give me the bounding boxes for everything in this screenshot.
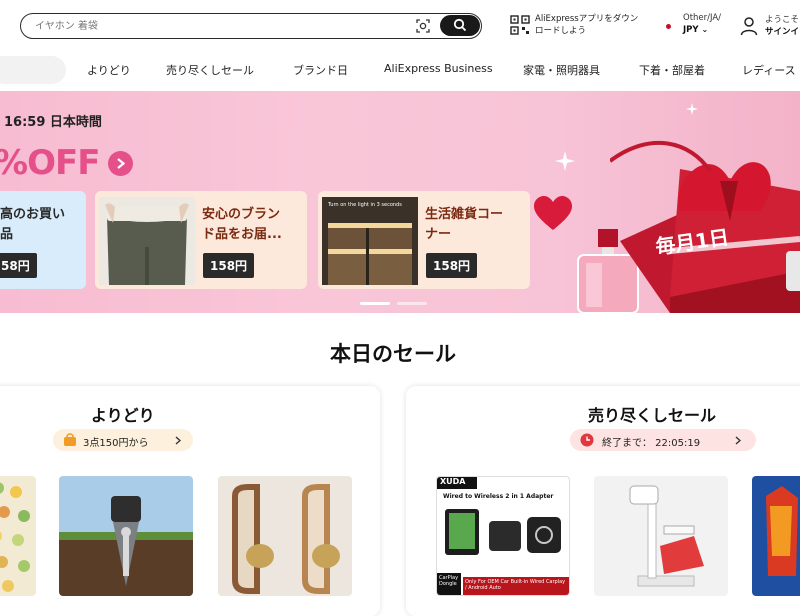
image-search-icon[interactable] — [415, 18, 431, 34]
product-image-gloves — [752, 476, 800, 596]
nav-item-brand-day[interactable]: ブランド日 — [293, 62, 348, 78]
panel-title: 売り尽くしセール — [588, 406, 717, 425]
shopping-bag-icon — [64, 433, 76, 446]
banner-time: 16:59 日本時間 — [4, 115, 102, 130]
category-nav: よりどり 売り尽くしセール ブランド日 AliExpress Business … — [0, 52, 800, 88]
welcome-text: ようこそ — [765, 15, 800, 25]
section-title: 本日のセール — [330, 342, 456, 366]
banner-card[interactable]: 高のお買い 品 58円 — [0, 191, 86, 289]
user-icon[interactable] — [740, 16, 758, 36]
app-promo-line1: AliExpressアプリをダウン — [535, 14, 639, 24]
product-image-bell — [218, 476, 352, 596]
nav-item-business[interactable]: AliExpress Business — [384, 62, 493, 75]
banner-card[interactable]: Turn on the light in 3 seconds 生活雑貨コー ナー… — [318, 191, 530, 289]
product-image-stickers — [0, 476, 36, 596]
carplay-logo: CarPlay Dongle — [437, 573, 461, 595]
sparkle-icon — [686, 103, 698, 115]
photo-caption: Turn on the light in 3 seconds — [328, 202, 402, 208]
header: AliExpressアプリをダウン ロードしよう Other/JA/ JPY ⌄… — [0, 0, 800, 52]
product-image-underwear — [99, 197, 195, 285]
region-language[interactable]: Other/JA/ — [683, 13, 721, 23]
search-bar[interactable] — [20, 13, 482, 39]
all-categories-button[interactable] — [0, 56, 66, 84]
chevron-right-icon — [175, 436, 181, 445]
panel-title: よりどり — [91, 406, 155, 425]
nav-item-ladies[interactable]: レディース — [742, 62, 796, 78]
carousel-dot[interactable] — [397, 302, 427, 305]
banner-headline: %OFF — [0, 143, 100, 183]
product-subtext: Only For OEM Car Built-in Wired Carplay … — [463, 577, 569, 595]
badge-text: 3点150円から — [83, 438, 149, 449]
product-card-adapter[interactable]: XUDA Wired to Wireless 2 in 1 Adapter Ca… — [436, 476, 570, 596]
currency-selector[interactable]: JPY ⌄ — [683, 25, 708, 35]
app-promo-line2: ロードしよう — [535, 26, 587, 36]
search-input[interactable] — [35, 18, 415, 34]
nav-item-yoridori[interactable]: よりどり — [87, 62, 131, 78]
card-title-line1: 安心のブラン — [202, 207, 281, 222]
card-price: 158円 — [203, 253, 255, 278]
search-icon — [453, 18, 467, 32]
heart-icon — [534, 196, 572, 230]
carousel-dot-active[interactable] — [360, 302, 390, 305]
banner-arrow-button[interactable] — [108, 151, 133, 176]
deal-panel-clearance[interactable]: 売り尽くしセール 終了まで： 22:05:19 XUDA Wired to Wi… — [406, 386, 800, 616]
chevron-right-icon — [117, 158, 126, 169]
nav-item-underwear[interactable]: 下着・部屋着 — [639, 62, 705, 78]
product-image-lights — [322, 197, 418, 285]
product-headline: Wired to Wireless 2 in 1 Adapter — [443, 493, 554, 500]
sparkle-icon — [555, 151, 575, 171]
product-image-3d-printer — [594, 476, 728, 596]
card-title-line1: 高のお買い — [0, 207, 66, 222]
signin-link[interactable]: サインイ — [765, 25, 799, 37]
product-image-adapter — [445, 509, 561, 555]
nav-item-appliances[interactable]: 家電・照明器具 — [523, 62, 600, 78]
app-download-link[interactable]: AliExpressアプリをダウン ロードしよう — [535, 13, 650, 37]
clock-icon — [580, 433, 594, 447]
search-button[interactable] — [440, 15, 480, 36]
deal-panel-yoridori[interactable]: よりどり 3点150円から — [0, 386, 380, 616]
chevron-down-icon: ⌄ — [701, 25, 709, 34]
panel-badge[interactable]: 3点150円から — [53, 429, 193, 451]
card-title-line2: ド品をお届... — [202, 227, 282, 242]
nav-item-clearance[interactable]: 売り尽くしセール — [166, 62, 254, 78]
panel-badge[interactable]: 終了まで： 22:05:19 — [570, 429, 756, 451]
card-title-line2: 品 — [0, 227, 14, 242]
card-title-line2: ナー — [425, 227, 452, 242]
chevron-right-icon — [735, 436, 741, 445]
card-price: 158円 — [426, 253, 478, 278]
gift-box-image — [610, 140, 800, 313]
countdown-text: 終了まで： 22:05:19 — [602, 438, 701, 449]
qr-code-icon[interactable] — [510, 15, 530, 35]
product-image-key-safe — [59, 476, 193, 596]
currency-label: JPY — [683, 25, 699, 35]
promo-banner[interactable]: 16:59 日本時間 %OFF 高のお買い 品 58円 安心のブラン ド品をお届… — [0, 91, 800, 313]
banner-card[interactable]: 安心のブラン ド品をお届... 158円 — [95, 191, 307, 289]
flag-icon — [666, 24, 671, 29]
card-price: 58円 — [0, 253, 37, 278]
brand-logo: XUDA — [437, 477, 477, 489]
card-title-line1: 生活雑貨コー — [425, 207, 504, 222]
